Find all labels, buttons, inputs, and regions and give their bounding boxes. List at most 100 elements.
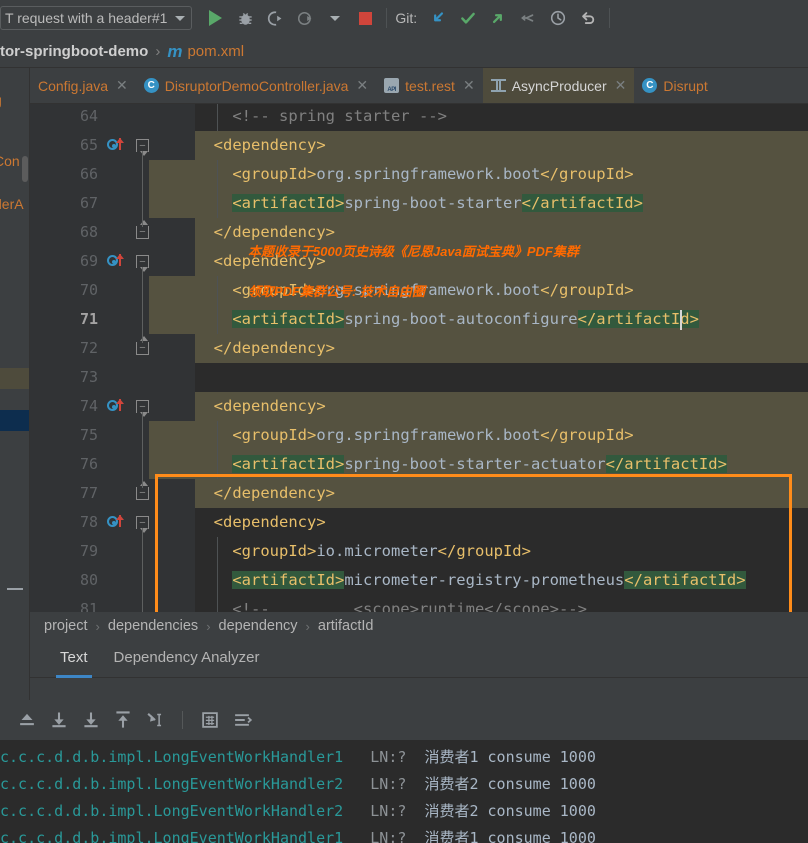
editor-tab-disruptordemocontroller-java[interactable]: C DisruptorDemoController.java ✕ [136, 68, 376, 103]
run-to-cursor-icon[interactable] [144, 709, 166, 731]
soft-wrap-icon[interactable] [231, 709, 253, 731]
fold-end-icon[interactable]: − [136, 220, 149, 239]
close-icon[interactable]: ✕ [615, 77, 627, 94]
git-undo-icon[interactable] [575, 5, 601, 31]
indent-guide [217, 421, 218, 450]
fold-region-line [142, 412, 143, 488]
step-into-icon[interactable] [80, 709, 102, 731]
code-line: <groupId>org.springframework.boot</group… [232, 426, 634, 444]
git-push-icon[interactable] [485, 5, 511, 31]
collapse-all-icon[interactable] [7, 588, 23, 590]
evaluate-expression-icon[interactable] [199, 709, 221, 731]
tree-scrollbar[interactable] [22, 156, 28, 182]
breadcrumb-item-dependency[interactable]: dependency [219, 618, 298, 634]
line-number: 68 [79, 223, 98, 241]
code-line: <artifactId>micrometer-registry-promethe… [232, 571, 746, 589]
line-number: 81 [79, 600, 98, 612]
log-class: c.c.c.d.d.b.impl.LongEventWorkHandler2 [0, 802, 344, 820]
editor-tab-asyncproducer[interactable]: AsyncProducer ✕ [482, 68, 635, 103]
breadcrumb-item-artifactid[interactable]: artifactId [318, 618, 374, 634]
indent-scope-gap [149, 247, 195, 276]
run-line-gutter-icon[interactable] [106, 396, 128, 417]
run-configuration-selector[interactable]: T request with a header#1 [0, 6, 193, 30]
run-configuration-label: T request with a header#1 [5, 10, 168, 26]
log-class: c.c.c.d.d.b.impl.LongEventWorkHandler1 [0, 748, 344, 766]
line-number: 69 [79, 252, 98, 270]
code-line: </dependency> [213, 484, 335, 502]
log-message: 消费者2 consume 1000 [406, 802, 596, 820]
git-commit-icon[interactable] [455, 5, 481, 31]
run-line-gutter-icon[interactable] [106, 512, 128, 533]
line-number: 65 [79, 136, 98, 154]
line-number: 76 [79, 455, 98, 473]
debug-bug-icon[interactable] [232, 5, 258, 31]
git-label: Git: [395, 10, 418, 26]
tree-fragment-0[interactable]: g [0, 92, 2, 108]
indent-scope-gap [149, 479, 195, 508]
close-icon[interactable]: ✕ [116, 77, 128, 94]
log-class: c.c.c.d.d.b.impl.LongEventWorkHandler1 [0, 829, 344, 843]
project-tree-strip[interactable]: g Con derA [0, 68, 30, 635]
close-icon[interactable]: ✕ [356, 77, 368, 94]
stop-icon[interactable] [352, 5, 378, 31]
editor-tab-disruptor[interactable]: C Disrupt [634, 68, 715, 103]
log-message: 消费者1 consume 1000 [406, 829, 596, 843]
tab-label: test.rest [405, 77, 455, 94]
indent-guide [217, 104, 218, 131]
code-line: <artifactId>spring-boot-autoconfigure</a… [232, 310, 699, 328]
java-class-icon: C [143, 78, 159, 93]
tree-focused-row[interactable] [0, 410, 30, 431]
console-output[interactable]: c.c.c.d.d.b.impl.LongEventWorkHandler1 L… [0, 740, 808, 843]
run-line-gutter-icon[interactable] [106, 135, 128, 156]
log-message: 消费者1 consume 1000 [406, 748, 596, 766]
fold-end-icon[interactable]: − [136, 481, 149, 500]
code-editor[interactable]: 64 65−66 67 68−69−70 71 72−73 74−75 76 77−78−79 8… [30, 104, 808, 612]
navigation-bar: tor-springboot-demo › m pom.xml [0, 36, 808, 68]
java-class-icon: C [642, 78, 658, 93]
code-line: <dependency> [213, 513, 326, 531]
line-number: 71 [79, 310, 98, 328]
run-play-icon[interactable] [202, 5, 228, 31]
editor-view-tabs: Text Dependency Analyzer [30, 640, 808, 678]
indent-scope-bar [149, 189, 195, 218]
nav-project-name[interactable]: tor-springboot-demo [0, 43, 148, 60]
console-log-line: c.c.c.d.d.b.impl.LongEventWorkHandler1 L… [0, 744, 596, 771]
run-line-gutter-icon[interactable] [106, 251, 128, 272]
indent-scope-gap [149, 392, 195, 421]
tab-label: DisruptorDemoController.java [164, 77, 349, 94]
git-history-icon[interactable] [545, 5, 571, 31]
breadcrumb-item-project[interactable]: project [44, 618, 88, 634]
indent-scope-bar [149, 276, 195, 305]
editor-tab-test-rest[interactable]: API test.rest ✕ [376, 68, 483, 103]
tree-fragment-2[interactable]: derA [0, 196, 24, 212]
fold-end-icon[interactable]: − [136, 336, 149, 355]
profiler-dropdown-icon[interactable] [322, 5, 348, 31]
step-out-icon[interactable] [16, 709, 38, 731]
git-update-project-icon[interactable] [425, 5, 451, 31]
git-branch-icon[interactable] [515, 5, 541, 31]
fold-region-line [142, 528, 143, 612]
step-over-icon[interactable] [48, 709, 70, 731]
tree-selected-row[interactable] [0, 368, 30, 389]
text-caret [679, 310, 682, 330]
close-icon[interactable]: ✕ [463, 77, 475, 94]
indent-guide [217, 160, 218, 189]
tree-fragment-1[interactable]: Con [0, 153, 20, 169]
nav-file-name[interactable]: pom.xml [187, 43, 244, 60]
indent-guide [217, 595, 218, 612]
breadcrumb-item-dependencies[interactable]: dependencies [108, 618, 198, 634]
tab-text[interactable]: Text [56, 649, 91, 678]
run-with-coverage-icon[interactable] [262, 5, 288, 31]
toolbar-divider [386, 8, 388, 28]
code-line: <artifactId>spring-boot-starter</artifac… [232, 194, 643, 212]
run-with-profiler-icon[interactable] [292, 5, 318, 31]
tab-dependency-analyzer[interactable]: Dependency Analyzer [114, 649, 260, 668]
editor-tab-config-java[interactable]: Config.java ✕ [30, 68, 136, 103]
line-number: 80 [79, 571, 98, 589]
line-number: 72 [79, 339, 98, 357]
watermark-line-2: 领取PDF集群公号: 技术自由圈 [248, 284, 425, 299]
line-number: 79 [79, 542, 98, 560]
force-step-into-icon[interactable] [112, 709, 134, 731]
tab-label: AsyncProducer [511, 77, 607, 94]
maven-module-icon: m [167, 41, 183, 61]
